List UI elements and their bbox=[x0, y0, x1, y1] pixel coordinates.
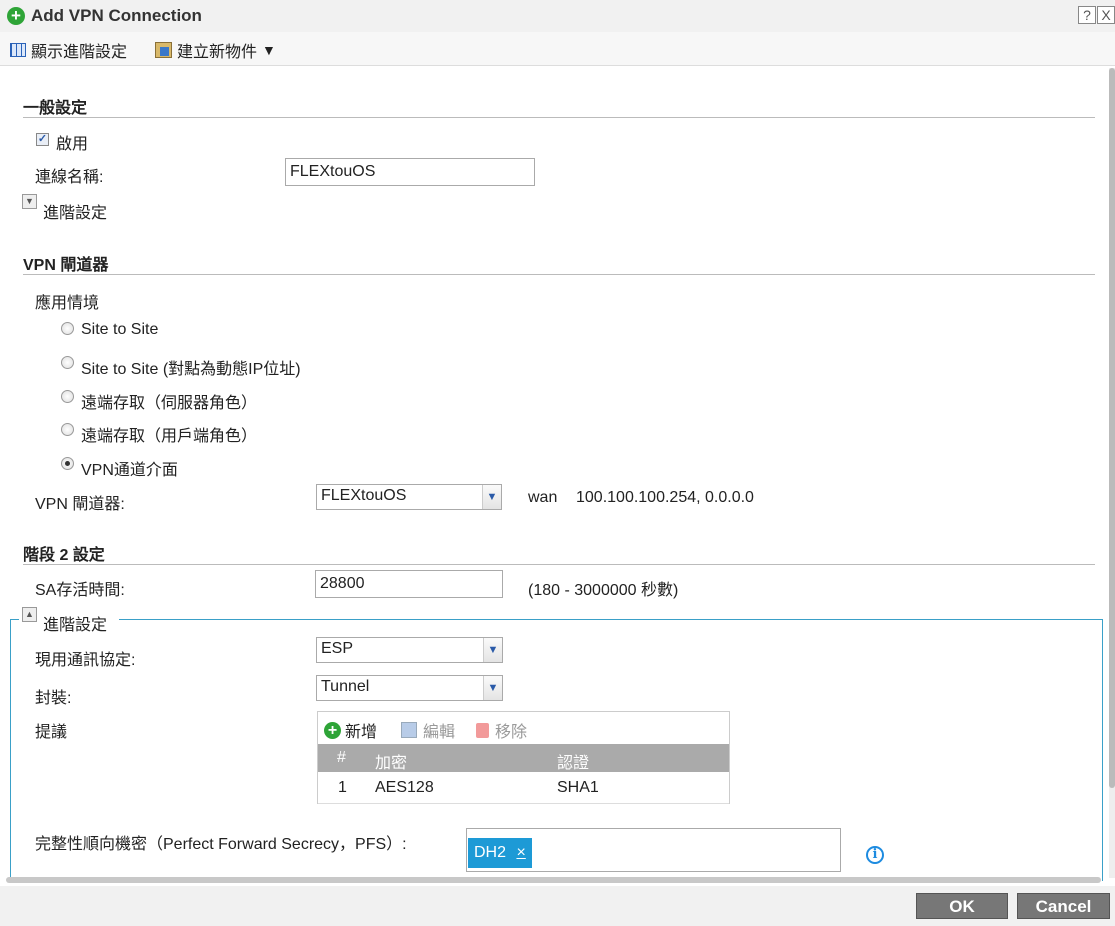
proposal-edit-label: 編輯 bbox=[423, 724, 456, 741]
window-title: Add VPN Connection bbox=[31, 6, 202, 25]
toolbar: 顯示進階設定 建立新物件 ▼ bbox=[0, 32, 1115, 66]
general-divider bbox=[23, 117, 1095, 118]
scenario-label-remote-client: 遠端存取（用戶端角色） bbox=[81, 428, 258, 445]
row-encryption: AES128 bbox=[375, 779, 434, 796]
show-advanced-label: 顯示進階設定 bbox=[31, 44, 128, 61]
protocol-select[interactable]: ESP ▼ bbox=[316, 637, 503, 663]
show-advanced-button[interactable]: 顯示進階設定 bbox=[10, 38, 127, 62]
row-num: 1 bbox=[338, 779, 347, 796]
pfs-label: 完整性順向機密（Perfect Forward Secrecy，PFS）: bbox=[35, 836, 407, 853]
scenario-label-site-to-site-dynamic: Site to Site (對點為動態IP位址) bbox=[81, 361, 301, 378]
proposal-header: # 加密 認證 bbox=[318, 744, 729, 772]
add-icon: + bbox=[324, 721, 341, 739]
title-bar: + Add VPN Connection ? X bbox=[0, 0, 1115, 32]
encapsulation-select[interactable]: Tunnel ▼ bbox=[316, 675, 503, 701]
close-icon[interactable]: X bbox=[1097, 6, 1115, 24]
chevron-down-icon: ▼ bbox=[483, 676, 502, 700]
phase2-advanced-label[interactable]: 進階設定 bbox=[43, 611, 107, 635]
table-icon bbox=[10, 43, 26, 57]
conn-name-input[interactable]: FLEXtouOS bbox=[285, 158, 535, 186]
table-row[interactable]: 1 AES128 SHA1 bbox=[318, 772, 729, 804]
vertical-scrollbar[interactable] bbox=[1109, 68, 1115, 878]
dropdown-arrow-icon: ▼ bbox=[262, 42, 276, 58]
expand-advanced-icon[interactable]: ▼ bbox=[22, 194, 37, 209]
vpn-gateway-label: VPN 閘道器: bbox=[35, 496, 125, 513]
scenario-label: 應用情境 bbox=[35, 295, 100, 312]
proposal-add-label: 新增 bbox=[345, 724, 378, 741]
protocol-value: ESP bbox=[321, 640, 354, 657]
proposal-remove-button[interactable]: 移除 bbox=[476, 718, 527, 742]
sa-lifetime-input[interactable]: 28800 bbox=[315, 570, 503, 598]
pfs-tag-label: DH2 bbox=[474, 844, 507, 861]
enable-label: 啟用 bbox=[56, 136, 89, 153]
phase2-divider bbox=[23, 564, 1095, 565]
col-num-header[interactable]: # bbox=[337, 749, 346, 767]
scenario-radio-remote-server[interactable] bbox=[61, 390, 74, 403]
chevron-down-icon: ▼ bbox=[482, 485, 501, 509]
scenario-label-remote-server: 遠端存取（伺服器角色） bbox=[81, 395, 258, 412]
gateway-interface: wan bbox=[528, 489, 558, 506]
col-auth-header[interactable]: 認證 bbox=[557, 749, 589, 773]
protocol-label: 現用通訊協定: bbox=[35, 652, 136, 669]
collapse-advanced-icon[interactable]: ▲ bbox=[22, 607, 37, 622]
ok-button[interactable]: OK bbox=[916, 893, 1008, 919]
tag-remove-icon[interactable]: × bbox=[516, 844, 525, 861]
proposal-label: 提議 bbox=[35, 724, 68, 741]
encapsulation-value: Tunnel bbox=[321, 678, 370, 695]
horizontal-scrollbar[interactable] bbox=[6, 877, 1101, 883]
pfs-tag: DH2 × bbox=[468, 838, 532, 868]
col-encryption-header[interactable]: 加密 bbox=[375, 749, 407, 773]
proposal-edit-button[interactable]: 編輯 bbox=[401, 718, 455, 742]
vpn-gateway-section-title: VPN 閘道器 bbox=[23, 257, 109, 274]
object-icon bbox=[155, 42, 172, 58]
sa-lifetime-range: (180 - 3000000 秒數) bbox=[528, 582, 679, 599]
scenario-label-vpn-tunnel-interface: VPN通道介面 bbox=[81, 462, 178, 479]
vpn-gateway-value: FLEXtouOS bbox=[321, 487, 407, 504]
encapsulation-label: 封裝: bbox=[35, 690, 72, 707]
scenario-radio-vpn-tunnel-interface[interactable] bbox=[61, 457, 74, 470]
chevron-down-icon: ▼ bbox=[483, 638, 502, 662]
sa-lifetime-label: SA存活時間: bbox=[35, 582, 125, 599]
scenario-label-site-to-site: Site to Site bbox=[81, 321, 159, 338]
conn-name-label: 連線名稱: bbox=[35, 169, 104, 186]
scenario-radio-site-to-site-dynamic[interactable] bbox=[61, 356, 74, 369]
create-object-button[interactable]: 建立新物件 ▼ bbox=[155, 38, 276, 62]
info-icon[interactable]: i bbox=[866, 846, 884, 864]
row-auth: SHA1 bbox=[557, 779, 599, 796]
proposal-grid: + 新增 編輯 移除 # 加密 認證 1 AES128 SHA1 bbox=[317, 711, 730, 804]
vpn-gateway-select[interactable]: FLEXtouOS ▼ bbox=[316, 484, 502, 510]
create-object-label: 建立新物件 bbox=[177, 44, 258, 61]
add-icon: + bbox=[7, 7, 25, 25]
help-icon[interactable]: ? bbox=[1078, 6, 1096, 24]
proposal-add-button[interactable]: + 新增 bbox=[324, 718, 377, 742]
pfs-tag-input[interactable]: DH2 × bbox=[466, 828, 841, 872]
general-section-title: 一般設定 bbox=[23, 100, 88, 117]
vpn-gateway-divider bbox=[23, 274, 1095, 275]
trash-icon bbox=[476, 722, 489, 738]
scrollbar-thumb[interactable] bbox=[1109, 68, 1115, 788]
edit-icon bbox=[401, 722, 417, 738]
gateway-addresses: 100.100.100.254, 0.0.0.0 bbox=[576, 489, 754, 506]
cancel-button[interactable]: Cancel bbox=[1017, 893, 1110, 919]
scenario-radio-site-to-site[interactable] bbox=[61, 322, 74, 335]
phase2-section-title: 階段 2 設定 bbox=[23, 547, 105, 564]
scenario-radio-remote-client[interactable] bbox=[61, 423, 74, 436]
enable-checkbox[interactable]: ✓ bbox=[36, 133, 49, 146]
advanced-toggle-label[interactable]: 進階設定 bbox=[43, 199, 107, 223]
proposal-remove-label: 移除 bbox=[495, 724, 528, 741]
